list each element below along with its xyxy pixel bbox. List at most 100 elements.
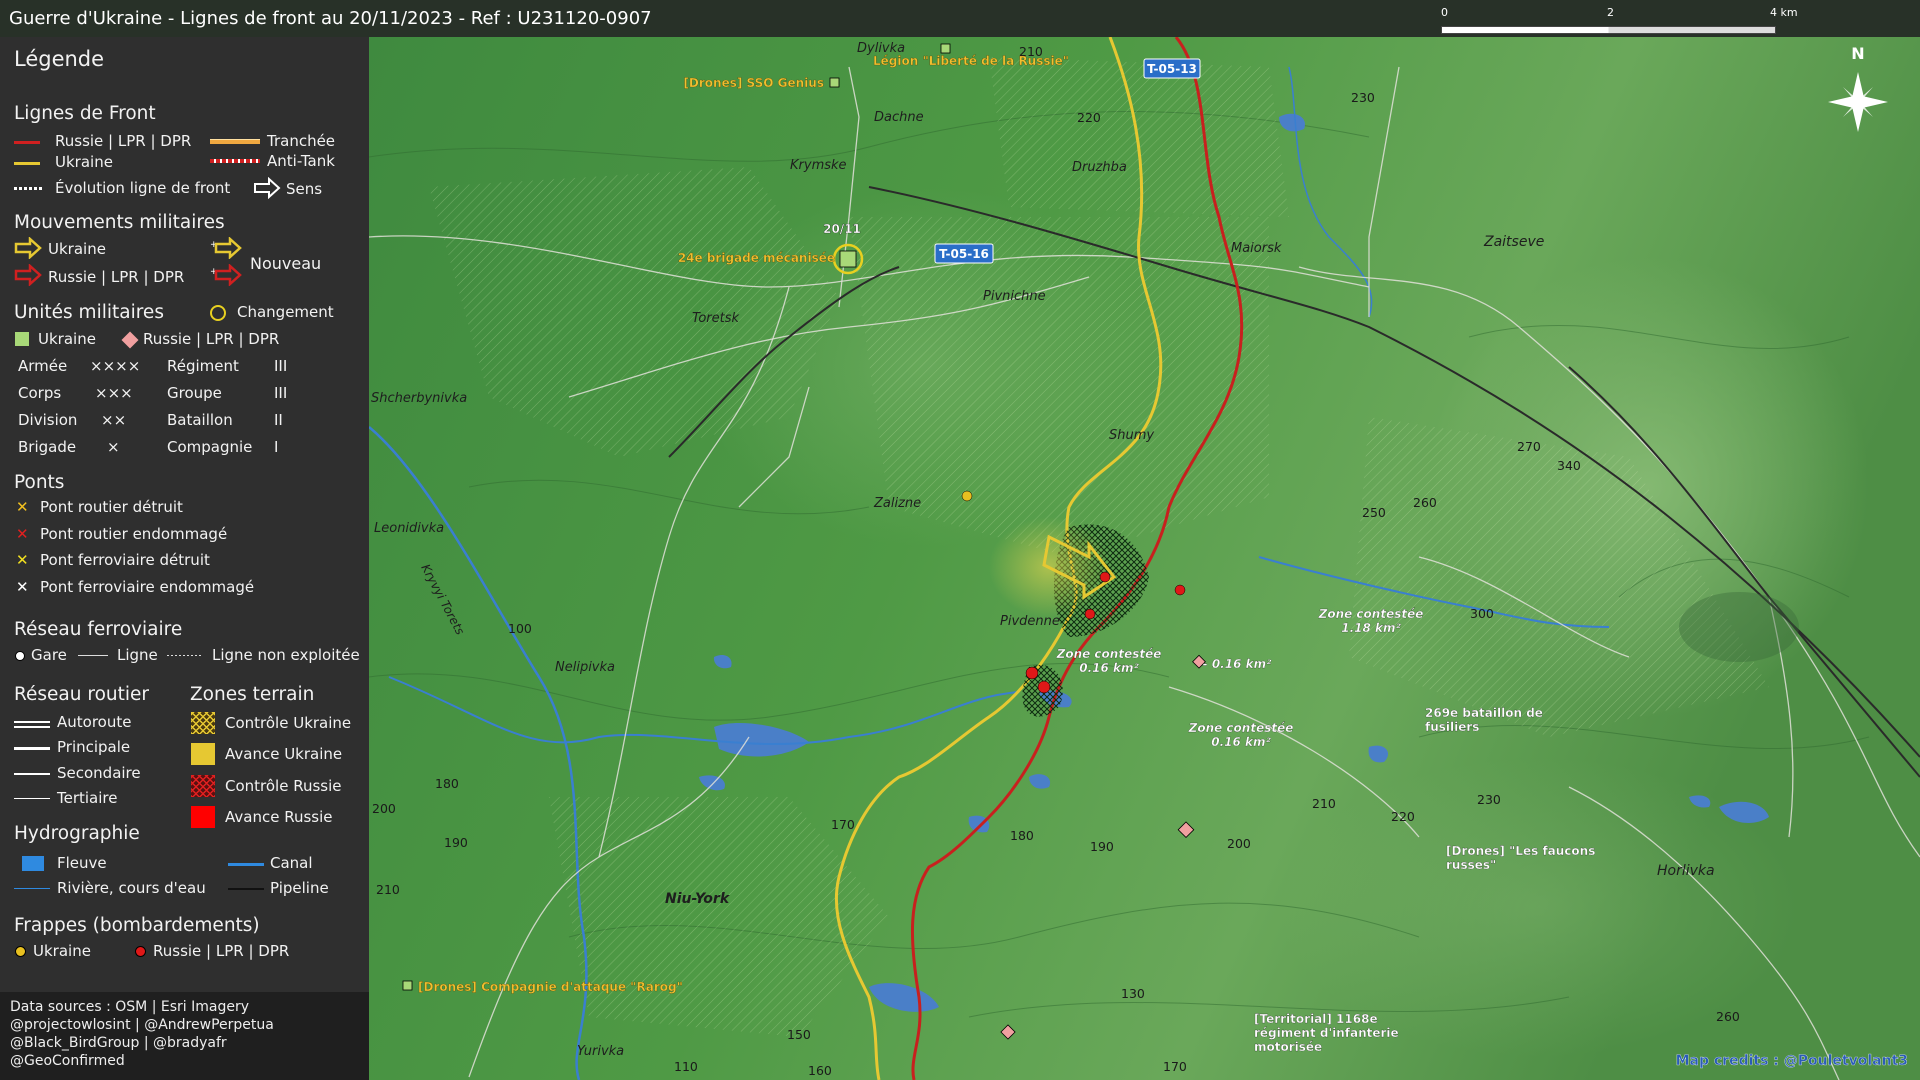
new-russia-arrow-icon: + — [210, 264, 242, 286]
unit-size-corps: Corps — [18, 384, 62, 402]
place-label: Toretsk — [692, 311, 740, 326]
zone-ua-control-label: Contrôle Ukraine — [225, 714, 352, 732]
unit-size-division: Division — [18, 411, 78, 429]
strikes-heading: Frappes (bombardements) — [14, 915, 260, 936]
trench-swatch — [210, 139, 260, 144]
units-russia-label: Russie | LPR | DPR — [143, 330, 280, 348]
pipeline-swatch — [228, 888, 264, 890]
bridges-heading: Ponts — [14, 472, 65, 493]
bridge-rail-destroyed-label: Pont ferroviaire détruit — [40, 551, 210, 569]
strike-russia-dot-icon — [135, 946, 146, 957]
place-label: Yurivka — [577, 1044, 624, 1059]
rail-unused-label: Ligne non exploitée — [212, 646, 360, 664]
place-label: Horlivka — [1657, 863, 1715, 879]
altitude-label: 230 — [1477, 792, 1501, 807]
map-canvas[interactable]: Dylivka Dachne Krymske Druzhba Maiorsk Z… — [369, 37, 1920, 1080]
altitude-label: 180 — [1010, 828, 1034, 843]
field-area — [989, 57, 1289, 217]
unit-size-battalion-symbol: II — [274, 411, 283, 429]
strike-ukraine-label: Ukraine — [33, 942, 91, 960]
unit-size-company: Compagnie — [167, 438, 253, 456]
units-heading: Unités militaires — [14, 302, 164, 323]
ukraine-unit-square-icon[interactable] — [940, 43, 951, 54]
altitude-label: 150 — [787, 1027, 811, 1042]
altitude-label: 180 — [435, 776, 459, 791]
zone-ru-control-label: Contrôle Russie — [225, 777, 342, 795]
zones-heading: Zones terrain — [190, 684, 315, 705]
altitude-label: 160 — [808, 1063, 832, 1078]
movement-new-label: Nouveau — [250, 254, 322, 273]
unit-size-regiment: Régiment — [167, 357, 239, 375]
bridge-rail-damaged-label: Pont ferroviaire endommagé — [40, 578, 255, 596]
place-label: Shumy — [1109, 428, 1154, 443]
place-label: Niu-York — [665, 891, 731, 907]
place-label: Dachne — [874, 110, 924, 125]
strike-russia-dot-icon — [1037, 680, 1051, 694]
russia-unit-diamond-icon — [121, 331, 139, 349]
zone-ru-advance-label: Avance Russie — [225, 808, 333, 826]
place-label: Maiorsk — [1231, 241, 1282, 256]
zone-ua-advance-label: Avance Ukraine — [225, 745, 343, 763]
place-label: Krymske — [790, 158, 847, 173]
unit-size-division-symbol: ×× — [101, 411, 127, 429]
altitude-label: 100 — [508, 621, 532, 636]
legend-title: Légende — [14, 47, 105, 71]
unit-label: motorisée — [1254, 1040, 1322, 1054]
source-line-3: @Black_BirdGroup | @bradyafr — [10, 1035, 227, 1051]
evolution-label: Évolution ligne de front — [55, 179, 231, 197]
altitude-label: 190 — [444, 835, 468, 850]
unit-size-brigade: Brigade — [18, 438, 77, 456]
place-label: Pivdenne — [1000, 614, 1060, 629]
rail-bridge-destroyed-icon: ✕ — [16, 551, 29, 569]
movement-russia-label: Russie | LPR | DPR — [48, 268, 185, 286]
zone-label: Zone contestée — [1056, 647, 1162, 661]
unit-size-group-symbol: III — [274, 384, 288, 402]
hydro-canal-label: Canal — [270, 854, 313, 872]
ukraine-movement-arrow-icon — [14, 237, 42, 259]
strike-russia-label: Russie | LPR | DPR — [153, 942, 290, 960]
rail-station-label: Gare — [31, 646, 67, 664]
altitude-label: 170 — [831, 817, 855, 832]
unit-date-label: 20/11 — [823, 222, 861, 236]
map-credits[interactable]: Map credits : @Pouletvolant3 — [1675, 1053, 1908, 1069]
altitude-label: 170 — [1163, 1059, 1187, 1074]
ukraine-unit-square-icon[interactable] — [402, 980, 413, 991]
source-line-4: @GeoConfirmed — [10, 1053, 125, 1069]
ukraine-unit-square-icon[interactable] — [829, 77, 840, 88]
russia-movement-arrow-icon — [14, 264, 42, 286]
altitude-label: 300 — [1470, 606, 1494, 621]
road-badge-label: T-05-16 — [939, 247, 989, 261]
ua-advance-swatch — [191, 743, 215, 765]
unit-label: russes" — [1446, 858, 1496, 872]
ukraine-unit-square-icon[interactable] — [839, 250, 857, 268]
road-tertiary-label: Tertiaire — [57, 789, 118, 807]
unit-label: [Drones] Compagnie d'attaque "Rarog" — [418, 980, 683, 994]
map-view[interactable]: Dylivka Dachne Krymske Druzhba Maiorsk Z… — [369, 37, 1920, 1080]
bridge-road-damaged-label: Pont routier endommagé — [40, 525, 228, 543]
rail-heading: Réseau ferroviaire — [14, 619, 183, 640]
unit-label: [Territorial] 1168e — [1254, 1012, 1378, 1026]
altitude-label: 210 — [1312, 796, 1336, 811]
unit-size-battalion: Bataillon — [167, 411, 233, 429]
river-swatch — [22, 856, 44, 871]
tertiary-road-swatch — [14, 798, 50, 799]
scale-tick-0: 0 — [1441, 6, 1448, 19]
direction-label: Sens — [286, 180, 323, 198]
hydro-river-label: Fleuve — [57, 854, 107, 872]
altitude-label: 220 — [1391, 809, 1415, 824]
scale-bar-track — [1441, 26, 1776, 34]
unit-label: régiment d'infanterie — [1254, 1026, 1399, 1040]
zone-area-label: 0.16 km² — [1211, 735, 1271, 749]
strike-russia-dot-icon — [1099, 571, 1111, 583]
source-line-2: @projectowlosint | @AndrewPerpetua — [10, 1017, 274, 1033]
scale-bar — [1441, 21, 1776, 34]
strike-russia-dot-icon — [1084, 608, 1096, 620]
station-dot-icon — [15, 651, 25, 661]
place-label: Zaitseve — [1483, 234, 1544, 250]
units-change-label: Changement — [237, 303, 334, 321]
motorway-swatch — [14, 721, 50, 728]
place-label: Druzhba — [1072, 160, 1127, 175]
zone-label: Zone contestée — [1318, 607, 1424, 621]
altitude-label: 190 — [1090, 839, 1114, 854]
roads-heading: Réseau routier — [14, 684, 149, 705]
